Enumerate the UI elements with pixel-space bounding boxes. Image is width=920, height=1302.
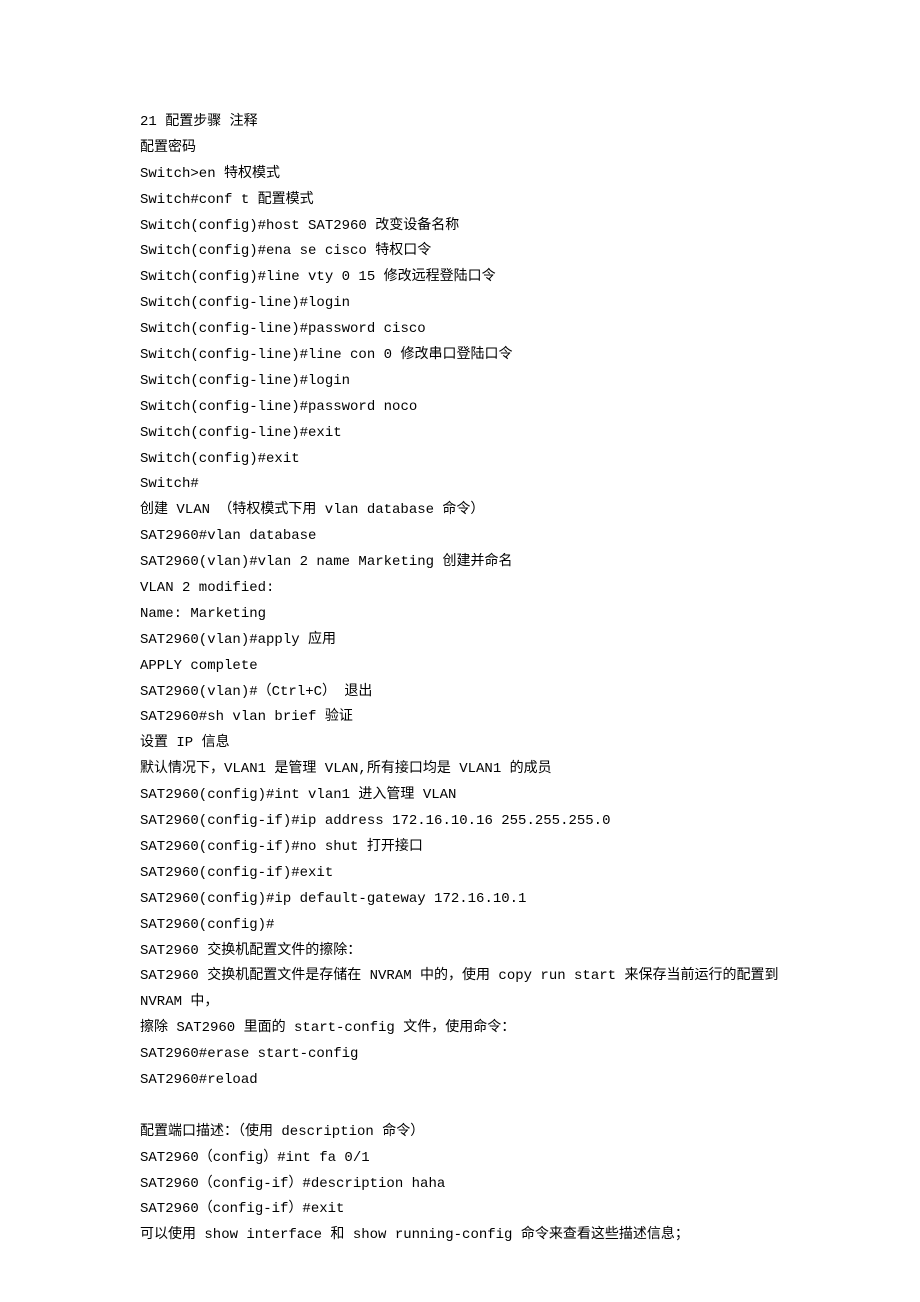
text-line: SAT2960(config-if)#ip address 172.16.10.… xyxy=(140,809,780,835)
text-line: SAT2960(vlan)#vlan 2 name Marketing 创建并命… xyxy=(140,550,780,576)
text-line: SAT2960(config)#int vlan1 进入管理 VLAN xyxy=(140,783,780,809)
text-line: SAT2960 交换机配置文件是存储在 NVRAM 中的，使用 copy run… xyxy=(140,964,780,1016)
text-line: SAT2960(config)#ip default-gateway 172.1… xyxy=(140,887,780,913)
text-line: VLAN 2 modified: xyxy=(140,576,780,602)
text-line: SAT2960(config)# xyxy=(140,913,780,939)
text-line: 创建 VLAN （特权模式下用 vlan database 命令） xyxy=(140,498,780,524)
text-line: 可以使用 show interface 和 show running-confi… xyxy=(140,1223,780,1249)
text-line: 设置 IP 信息 xyxy=(140,731,780,757)
text-line: Switch(config-line)#password cisco xyxy=(140,317,780,343)
text-line: Switch(config)#host SAT2960 改变设备名称 xyxy=(140,214,780,240)
text-line: Name: Marketing xyxy=(140,602,780,628)
text-line: SAT2960(config-if)#no shut 打开接口 xyxy=(140,835,780,861)
text-line: Switch>en 特权模式 xyxy=(140,162,780,188)
text-line: Switch(config-line)#login xyxy=(140,369,780,395)
text-line: SAT2960(config-if)#exit xyxy=(140,861,780,887)
text-line: 默认情况下，VLAN1 是管理 VLAN,所有接口均是 VLAN1 的成员 xyxy=(140,757,780,783)
text-line: 配置密码 xyxy=(140,136,780,162)
text-line: Switch(config)#ena se cisco 特权口令 xyxy=(140,239,780,265)
text-line: SAT2960(vlan)#apply 应用 xyxy=(140,628,780,654)
text-line: SAT2960 交换机配置文件的擦除： xyxy=(140,939,780,965)
text-line: SAT2960#reload xyxy=(140,1068,780,1094)
text-line: Switch(config-line)#password noco xyxy=(140,395,780,421)
text-line: SAT2960#erase start-config xyxy=(140,1042,780,1068)
text-line: SAT2960(vlan)#（Ctrl+C） 退出 xyxy=(140,680,780,706)
text-line: APPLY complete xyxy=(140,654,780,680)
text-line: Switch#conf t 配置模式 xyxy=(140,188,780,214)
text-line: SAT2960（config-if）#exit xyxy=(140,1197,780,1223)
text-line: Switch# xyxy=(140,472,780,498)
text-line: Switch(config-line)#login xyxy=(140,291,780,317)
paragraph-block-2: 配置端口描述：（使用 description 命令） SAT2960（confi… xyxy=(140,1120,780,1249)
text-line: SAT2960#sh vlan brief 验证 xyxy=(140,705,780,731)
text-line: SAT2960#vlan database xyxy=(140,524,780,550)
text-line: 21 配置步骤 注释 xyxy=(140,110,780,136)
text-line: SAT2960（config-if）#description haha xyxy=(140,1172,780,1198)
text-line: Switch(config)#exit xyxy=(140,447,780,473)
paragraph-block-1: 21 配置步骤 注释 配置密码 Switch>en 特权模式 Switch#co… xyxy=(140,110,780,1094)
text-line: SAT2960（config）#int fa 0/1 xyxy=(140,1146,780,1172)
document-page: 21 配置步骤 注释 配置密码 Switch>en 特权模式 Switch#co… xyxy=(0,0,920,1302)
text-line: Switch(config-line)#line con 0 修改串口登陆口令 xyxy=(140,343,780,369)
text-line: Switch(config-line)#exit xyxy=(140,421,780,447)
paragraph-gap xyxy=(140,1094,780,1120)
text-line: 配置端口描述：（使用 description 命令） xyxy=(140,1120,780,1146)
text-line: 擦除 SAT2960 里面的 start-config 文件，使用命令： xyxy=(140,1016,780,1042)
text-line: Switch(config)#line vty 0 15 修改远程登陆口令 xyxy=(140,265,780,291)
